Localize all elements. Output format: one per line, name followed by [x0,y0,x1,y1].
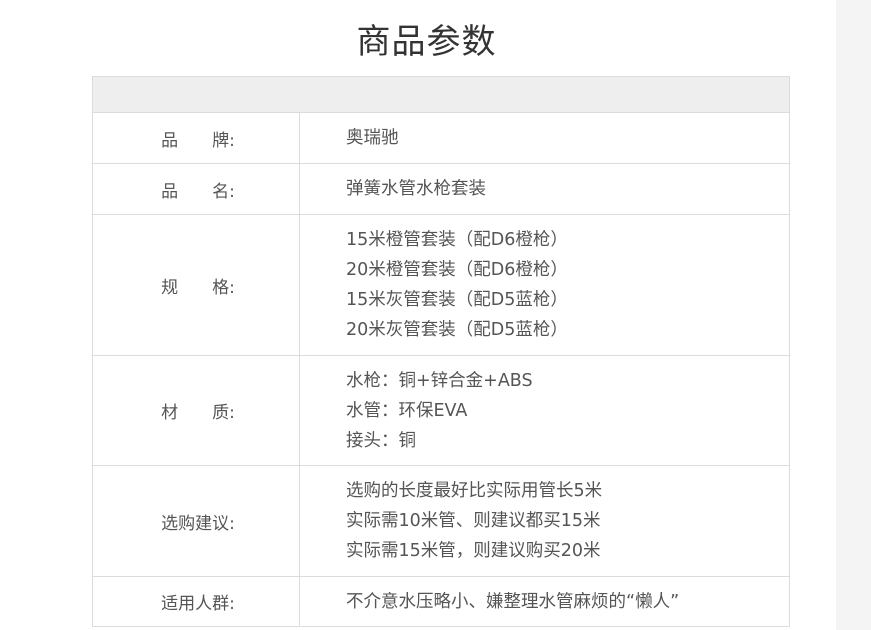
param-value: 20米灰管套装（配D5蓝枪） [346,320,568,340]
param-value: 15米灰管套装（配D5蓝枪） [346,290,568,310]
param-values: 15米橙管套装（配D6橙枪） 20米橙管套装（配D6橙枪） 15米灰管套装（配D… [300,215,789,355]
param-row-product-name: 品 名: 弹簧水管水枪套装 [93,164,789,215]
param-label: 品 牌: [93,113,300,163]
param-row-brand: 品 牌: 奥瑞驰 [93,113,789,164]
param-values: 弹簧水管水枪套装 [300,164,789,214]
param-label: 材 质: [93,356,300,465]
param-values: 奥瑞驰 [300,113,789,163]
page-title: 商品参数 [356,22,497,62]
param-value: 实际需15米管，则建议购买20米 [346,541,601,561]
param-value: 实际需10米管、则建议都买15米 [346,511,601,531]
param-values: 不介意水压略小、嫌整理水管麻烦的“懒人” [300,577,789,626]
product-params-table: 品 牌: 奥瑞驰 品 名: 弹簧水管水枪套装 规 格: 15米橙管套装（配D6橙… [92,76,790,627]
param-value: 15米橙管套装（配D6橙枪） [346,230,568,250]
param-value: 20米橙管套装（配D6橙枪） [346,260,568,280]
param-row-buying-advice: 选购建议: 选购的长度最好比实际用管长5米 实际需10米管、则建议都买15米 实… [93,466,789,577]
param-label: 适用人群: [93,577,300,626]
param-value: 选购的长度最好比实际用管长5米 [346,481,603,501]
param-row-target-users: 适用人群: 不介意水压略小、嫌整理水管麻烦的“懒人” [93,577,789,626]
param-value: 水枪：铜+锌合金+ABS [346,370,533,391]
param-values: 选购的长度最好比实际用管长5米 实际需10米管、则建议都买15米 实际需15米管… [300,466,789,576]
param-label: 规 格: [93,215,300,355]
param-value: 弹簧水管水枪套装 [346,179,486,199]
param-row-material: 材 质: 水枪：铜+锌合金+ABS 水管：环保EVA 接头：铜 [93,356,789,466]
param-values: 水枪：铜+锌合金+ABS 水管：环保EVA 接头：铜 [300,356,789,465]
param-row-specs: 规 格: 15米橙管套装（配D6橙枪） 20米橙管套装（配D6橙枪） 15米灰管… [93,215,789,356]
table-header-band [93,77,789,113]
param-label: 选购建议: [93,466,300,576]
param-value: 接头：铜 [346,430,416,451]
param-value: 不介意水压略小、嫌整理水管麻烦的“懒人” [346,591,680,612]
right-edge-panel [836,0,871,630]
param-value: 水管：环保EVA [346,400,468,421]
param-label: 品 名: [93,164,300,214]
param-value: 奥瑞驰 [346,128,399,148]
